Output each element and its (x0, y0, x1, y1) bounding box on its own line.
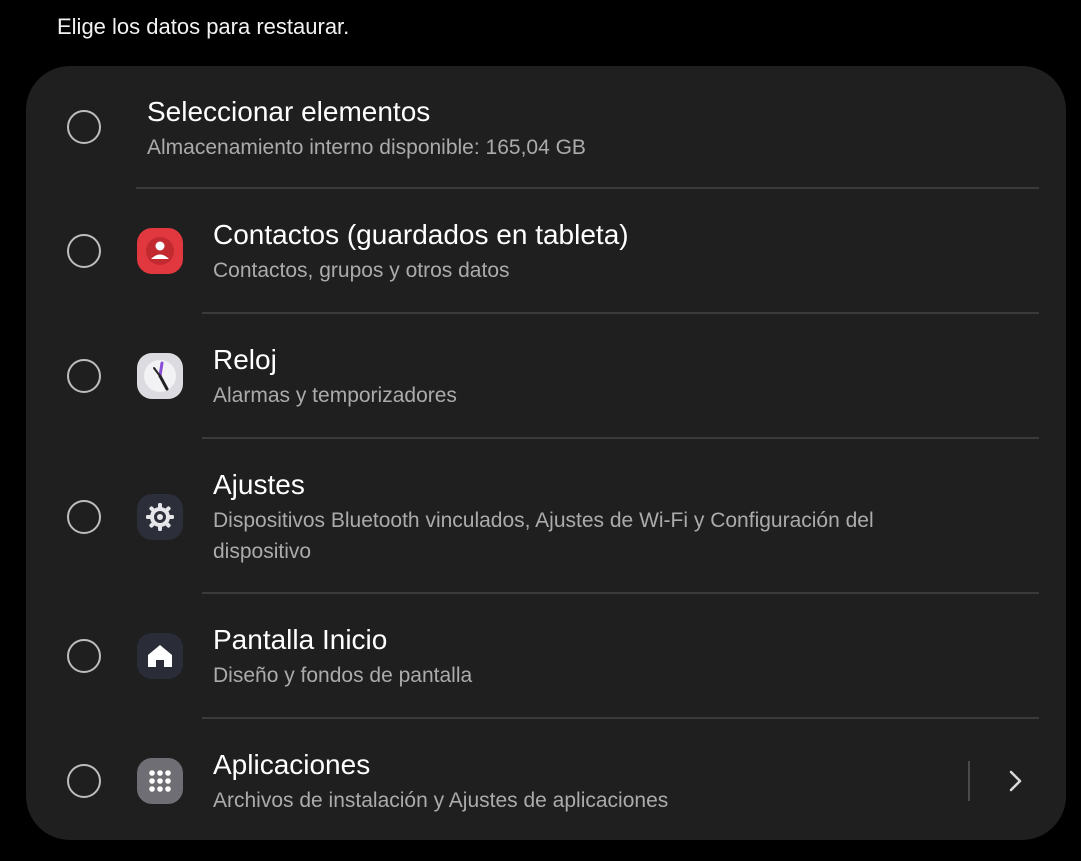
apps-grid-icon (137, 758, 183, 804)
restore-options-card: Seleccionar elementos Almacenamiento int… (26, 66, 1066, 840)
settings-gear-icon (137, 494, 183, 540)
home-icon (137, 633, 183, 679)
item-subtitle: Contactos, grupos y otros datos (213, 259, 510, 282)
select-all-subtitle: Almacenamiento interno disponible: 165,0… (147, 136, 586, 159)
item-title: Aplicaciones (213, 749, 371, 780)
item-title: Pantalla Inicio (213, 624, 388, 655)
select-all-text: Seleccionar elementos Almacenamiento int… (147, 95, 586, 163)
item-title: Ajustes (213, 469, 305, 500)
item-title: Contactos (guardados en tableta) (213, 219, 629, 250)
item-title: Reloj (213, 344, 277, 375)
item-subtitle: Archivos de instalación y Ajustes de apl… (213, 789, 669, 812)
list-item-contacts[interactable]: Contactos (guardados en tableta) Contact… (26, 189, 1066, 313)
clock-icon (137, 353, 183, 399)
contacts-icon (137, 228, 183, 274)
vertical-separator (968, 761, 970, 801)
item-subtitle: Diseño y fondos de pantalla (213, 664, 473, 687)
select-all-row[interactable]: Seleccionar elementos Almacenamiento int… (26, 66, 1066, 188)
clock-text: Reloj Alarmas y temporizadores (213, 343, 457, 411)
select-all-radio[interactable] (67, 110, 101, 144)
item-subtitle: Alarmas y temporizadores (213, 384, 457, 407)
home-screen-text: Pantalla Inicio Diseño y fondos de panta… (213, 623, 472, 691)
page-header: Elige los datos para restaurar. (57, 14, 350, 39)
contacts-radio[interactable] (67, 234, 101, 268)
clock-radio[interactable] (67, 359, 101, 393)
list-item-clock[interactable]: Reloj Alarmas y temporizadores (26, 314, 1066, 438)
list-item-apps[interactable]: Aplicaciones Archivos de instalación y A… (26, 719, 1066, 840)
settings-text: Ajustes Dispositivos Bluetooth vinculado… (213, 468, 973, 567)
item-subtitle: Dispositivos Bluetooth vinculados, Ajust… (213, 509, 874, 563)
home-screen-radio[interactable] (67, 639, 101, 673)
list-item-home-screen[interactable]: Pantalla Inicio Diseño y fondos de panta… (26, 594, 1066, 718)
settings-radio[interactable] (67, 500, 101, 534)
apps-text: Aplicaciones Archivos de instalación y A… (213, 748, 668, 816)
select-all-title: Seleccionar elementos (147, 96, 431, 127)
contacts-text: Contactos (guardados en tableta) Contact… (213, 218, 629, 286)
list-item-settings[interactable]: Ajustes Dispositivos Bluetooth vinculado… (26, 439, 1066, 593)
apps-radio[interactable] (67, 764, 101, 798)
chevron-right-icon[interactable] (1002, 766, 1028, 796)
